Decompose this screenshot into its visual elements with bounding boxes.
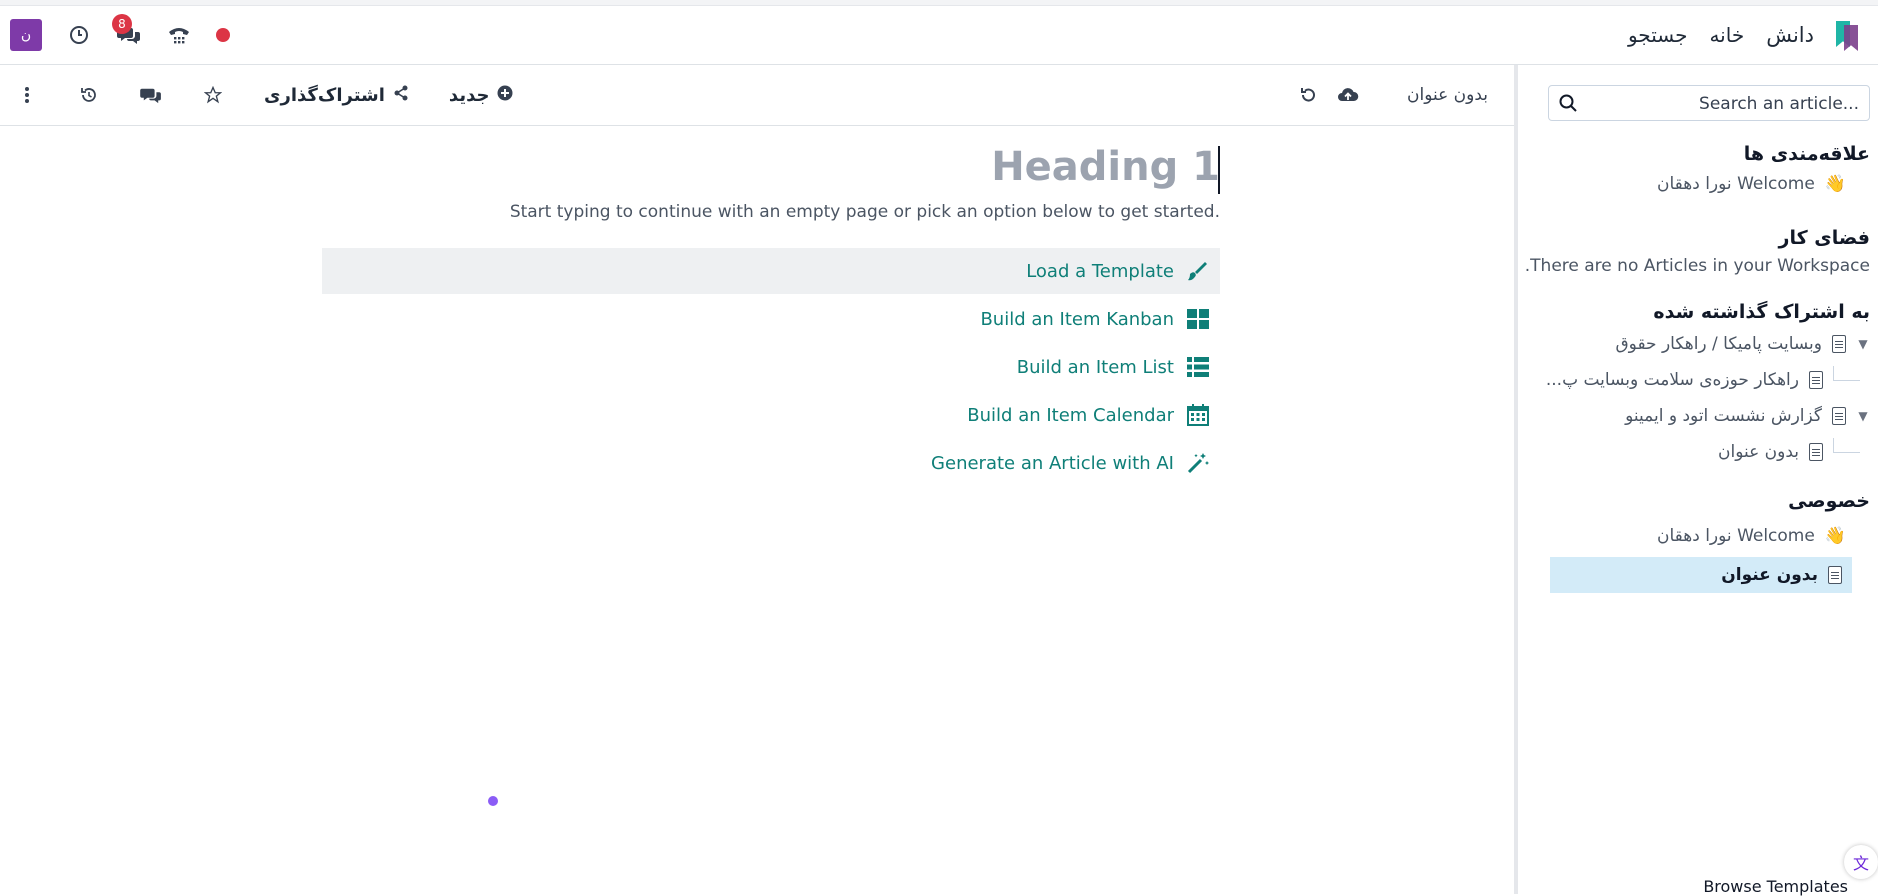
plus-circle-icon	[497, 85, 513, 105]
document-icon	[1809, 371, 1823, 389]
option-label: Build an Item Kanban	[980, 308, 1174, 330]
sidebar-item-label: راهکار حوزه‌ی سلامت وبسایت پ...	[1545, 370, 1799, 390]
section-title-private: خصوصی	[1788, 490, 1870, 512]
share-button[interactable]: اشتراک‌گذاری	[264, 85, 409, 106]
history-icon[interactable]	[78, 86, 100, 104]
sidebar-item-label: Welcome نورا دهقان	[1657, 174, 1815, 194]
document-icon	[1809, 443, 1823, 461]
caret-down-icon[interactable]: ▼	[1856, 337, 1870, 351]
magic-wand-icon	[1186, 452, 1210, 474]
knowledge-app-logo[interactable]	[1836, 19, 1858, 51]
article-search-box[interactable]	[1548, 85, 1870, 122]
nav-link-search[interactable]: جستجو	[1628, 23, 1687, 47]
article-toolbar: اشتراک‌گذاری جدید بدون عنوان	[0, 65, 1514, 126]
heading-placeholder[interactable]: Heading 1	[991, 144, 1220, 190]
section-title-favorites: علاقه‌مندی ها	[1743, 143, 1870, 165]
toolbar-title-area: بدون عنوان	[1297, 65, 1488, 125]
section-title-workspace: فضای کار	[1778, 227, 1870, 249]
sidebar-item-label: وبسایت پامیکا / راهکار حقوق	[1615, 334, 1822, 354]
new-article-button[interactable]: جدید	[449, 85, 514, 106]
chat-messages-icon[interactable]: 8	[112, 14, 142, 48]
knowledge-sidebar: علاقه‌مندی ها 👋 Welcome نورا دهقان فضای …	[1514, 65, 1878, 896]
share-button-label: اشتراک‌گذاری	[264, 84, 385, 106]
option-label: Load a Template	[1026, 260, 1174, 282]
sidebar-item-label: بدون عنوان	[1717, 442, 1799, 462]
workspace-empty-message: There are no Articles in your Workspace.	[1524, 256, 1870, 276]
sidebar-item-shared-untitled[interactable]: بدون عنوان	[1718, 437, 1860, 467]
document-icon	[1832, 335, 1846, 353]
option-build-list[interactable]: Build an Item List	[322, 344, 1220, 390]
floating-dot-indicator	[488, 796, 498, 806]
new-article-label: جدید	[448, 84, 490, 106]
kanban-icon	[1186, 308, 1210, 330]
clock-activity-icon[interactable]	[66, 22, 92, 48]
phone-voip-icon[interactable]	[166, 22, 192, 48]
comments-icon[interactable]	[140, 86, 162, 104]
sidebar-item-label: گزارش نشست اتود و ایمینو	[1625, 406, 1822, 426]
paintbrush-icon	[1186, 260, 1210, 282]
navbar-menu: دانش خانه جستجو	[1628, 6, 1858, 64]
document-icon	[1828, 566, 1842, 584]
waving-hand-icon: 👋	[1824, 174, 1846, 194]
toolbar-actions: اشتراک‌گذاری جدید	[16, 65, 513, 125]
option-build-calendar[interactable]: Build an Item Calendar	[322, 392, 1220, 438]
user-avatar[interactable]: ن	[10, 19, 42, 51]
top-navbar: دانش خانه جستجو ن 8	[0, 6, 1878, 65]
sidebar-item-shared-health[interactable]: راهکار حوزه‌ی سلامت وبسایت پ...	[1546, 365, 1860, 395]
option-label: Build an Item List	[1016, 356, 1174, 378]
sidebar-item-shared-meeting-report[interactable]: ▼ گزارش نشست اتود و ایمینو	[1625, 401, 1870, 431]
chat-badge: 8	[112, 14, 132, 34]
sidebar-item-private-untitled[interactable]: بدون عنوان	[1550, 557, 1852, 593]
nav-brand-knowledge[interactable]: دانش	[1766, 23, 1814, 47]
tree-connector	[1833, 437, 1860, 453]
cloud-upload-icon[interactable]	[1337, 86, 1359, 104]
article-search-input[interactable]	[1587, 86, 1861, 122]
more-options-icon[interactable]	[16, 86, 38, 104]
document-icon	[1832, 407, 1846, 425]
nav-link-home[interactable]: خانه	[1709, 23, 1744, 47]
favorite-star-icon[interactable]	[202, 86, 224, 104]
tree-connector	[1833, 365, 1860, 381]
browse-templates-link[interactable]: Browse Templates	[1703, 877, 1848, 896]
option-label: Build an Item Calendar	[967, 404, 1174, 426]
sidebar-item-label: بدون عنوان	[1721, 565, 1818, 585]
list-icon	[1186, 356, 1210, 378]
option-label: Generate an Article with AI	[931, 452, 1174, 474]
editor-hint-text: Start typing to continue with an empty p…	[509, 202, 1220, 222]
calendar-icon	[1186, 404, 1210, 426]
sidebar-item-private-welcome[interactable]: 👋 Welcome نورا دهقان	[1657, 521, 1846, 551]
translate-icon[interactable]: 文	[1844, 845, 1878, 879]
search-icon[interactable]	[1559, 94, 1577, 112]
text-cursor	[1218, 146, 1220, 194]
option-generate-ai[interactable]: Generate an Article with AI	[322, 440, 1220, 486]
section-title-shared: به اشتراک گذاشته شده	[1653, 301, 1870, 323]
caret-down-icon[interactable]: ▼	[1856, 409, 1870, 423]
option-build-kanban[interactable]: Build an Item Kanban	[322, 296, 1220, 342]
waving-hand-icon: 👋	[1824, 526, 1846, 546]
share-icon	[393, 85, 409, 105]
navbar-systray: ن 8	[10, 6, 230, 64]
sidebar-item-favorite-welcome[interactable]: 👋 Welcome نورا دهقان	[1657, 169, 1846, 199]
option-load-template[interactable]: Load a Template	[322, 248, 1220, 294]
recording-dot-icon[interactable]	[216, 28, 230, 42]
sidebar-item-label: Welcome نورا دهقان	[1657, 526, 1815, 546]
sidebar-item-shared-pamika[interactable]: ▼ وبسایت پامیکا / راهکار حقوق	[1615, 329, 1870, 359]
discard-changes-icon[interactable]	[1297, 86, 1319, 104]
article-title[interactable]: بدون عنوان	[1407, 85, 1488, 105]
